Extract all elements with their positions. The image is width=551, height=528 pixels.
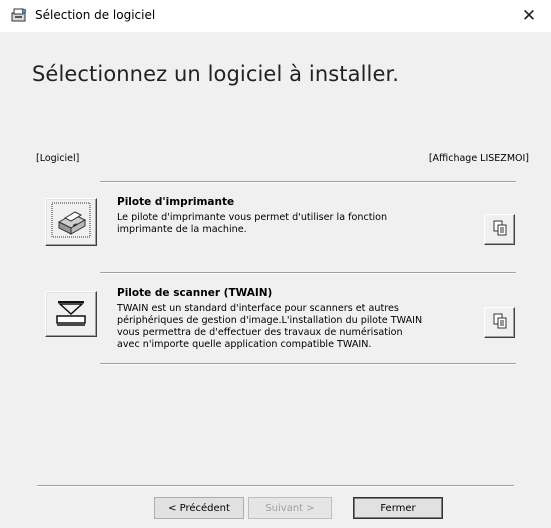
printer-icon (51, 202, 91, 242)
readme-section-label: [Affichage LISEZMOI] (428, 153, 529, 164)
title-bar: Sélection de logiciel ✕ (0, 0, 551, 32)
divider (100, 181, 516, 183)
scanner-driver-button[interactable] (45, 291, 97, 337)
next-button[interactable]: Suivant > (248, 497, 332, 519)
installer-icon (10, 7, 28, 24)
document-copy-icon (492, 220, 508, 240)
page-headline: Sélectionnez un logiciel à installer. (32, 62, 400, 86)
printer-driver-title: Pilote d'imprimante (117, 196, 235, 208)
close-button[interactable]: Fermer (353, 497, 443, 519)
window-title: Sélection de logiciel (35, 8, 156, 22)
close-glyph: ✕ (521, 6, 537, 26)
printer-driver-description: Le pilote d'imprimante vous permet d'uti… (117, 212, 388, 235)
document-copy-icon (492, 313, 508, 333)
scanner-icon (54, 297, 88, 331)
software-section-label: [Logiciel] (36, 153, 80, 164)
divider (100, 363, 516, 365)
back-button[interactable]: < Précédent (154, 497, 244, 519)
printer-driver-button[interactable] (45, 198, 97, 246)
installer-window: Sélection de logiciel ✕ Sélectionnez un … (0, 0, 551, 528)
close-icon[interactable]: ✕ (507, 0, 551, 32)
scanner-driver-description: TWAIN est un standard d'interface pour s… (117, 303, 423, 350)
printer-readme-button[interactable] (484, 214, 515, 245)
divider (100, 272, 516, 274)
scanner-readme-button[interactable] (484, 307, 515, 338)
scanner-driver-title: Pilote de scanner (TWAIN) (117, 287, 273, 299)
footer-divider (37, 485, 514, 487)
